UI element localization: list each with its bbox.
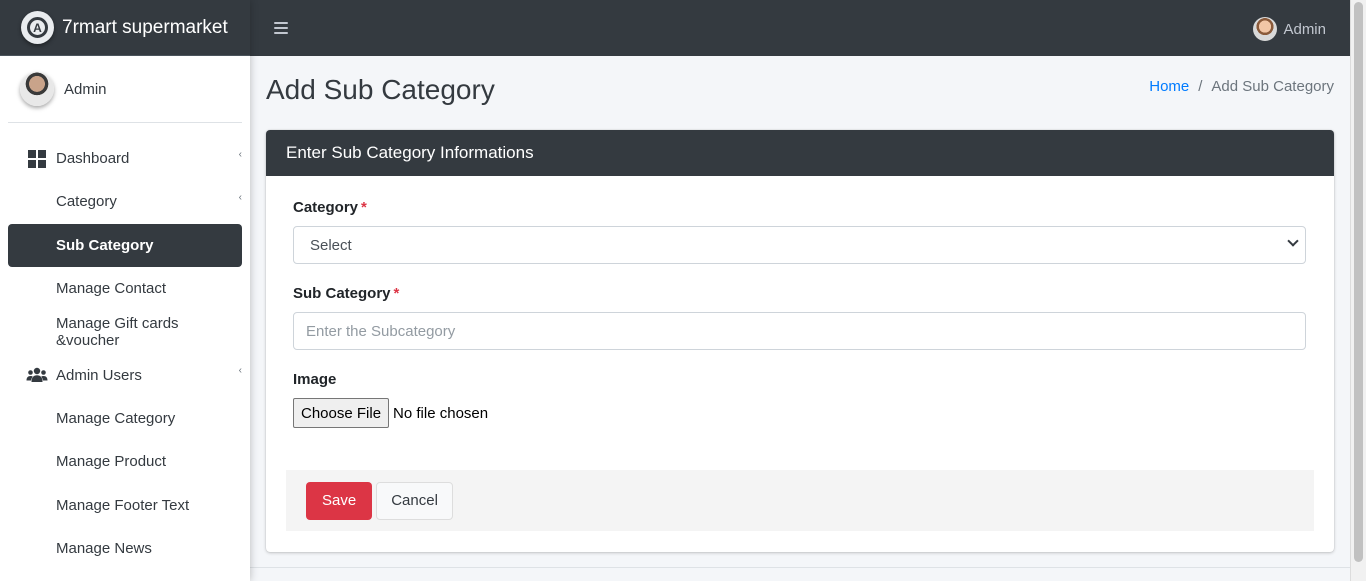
- hamburger-menu-icon[interactable]: [274, 22, 288, 34]
- users-icon: [26, 366, 48, 384]
- user-panel[interactable]: Admin: [8, 56, 242, 123]
- cancel-button[interactable]: Cancel: [376, 481, 453, 520]
- sidebar-item-manage-gift-cards[interactable]: Manage Gift cards &voucher: [8, 310, 242, 353]
- subcategory-label: Sub Category *: [293, 285, 400, 302]
- sidebar-item-dashboard[interactable]: Dashboard ‹: [8, 137, 242, 180]
- sidebar-item-manage-product[interactable]: Manage Product: [8, 440, 242, 483]
- vertical-scrollbar[interactable]: [1350, 0, 1366, 581]
- brand-name: 7rmart supermarket: [62, 16, 228, 38]
- sidebar-item-label: Admin Users: [56, 366, 142, 384]
- sidebar-nav: Dashboard ‹ Category ‹ Sub Category Mana…: [0, 137, 250, 570]
- required-mark: *: [393, 285, 400, 302]
- save-button[interactable]: Save: [306, 481, 373, 520]
- file-status: No file chosen: [393, 404, 489, 422]
- sidebar-item-label: Manage News: [56, 539, 152, 557]
- sidebar-item-manage-news[interactable]: Manage News: [8, 527, 242, 570]
- category-select[interactable]: Select: [293, 226, 1306, 264]
- sidebar: A 7rmart supermarket Admin Dashboard ‹ C…: [0, 0, 250, 581]
- sidebar-item-label: Category: [56, 193, 117, 211]
- chevron-left-icon: ‹: [238, 365, 242, 377]
- category-form-group: Category * Select: [293, 199, 1306, 264]
- breadcrumb-separator: /: [1198, 78, 1203, 95]
- subcategory-input[interactable]: Enter the Subcategory: [293, 312, 1306, 350]
- main-content: Add Sub Category Home / Add Sub Category…: [250, 56, 1350, 581]
- sidebar-item-manage-footer-text[interactable]: Manage Footer Text: [8, 483, 242, 526]
- grid-icon: [26, 149, 48, 168]
- chevron-left-icon: ‹: [238, 192, 242, 204]
- card-footer: Save Cancel: [286, 470, 1314, 531]
- sidebar-item-category[interactable]: Category ‹: [8, 180, 242, 223]
- topbar-user-name: Admin: [1283, 20, 1326, 38]
- breadcrumb-home-link[interactable]: Home: [1149, 78, 1189, 95]
- sidebar-item-admin-users[interactable]: Admin Users ‹: [8, 353, 242, 396]
- page-title: Add Sub Category: [266, 74, 495, 105]
- sidebar-item-label: Manage Gift cards &voucher: [56, 314, 179, 349]
- topbar: Admin: [250, 0, 1350, 56]
- brand-logo-icon: A: [21, 11, 54, 44]
- sidebar-item-manage-category[interactable]: Manage Category: [8, 397, 242, 440]
- sidebar-item-sub-category[interactable]: Sub Category: [8, 223, 242, 267]
- sidebar-item-label: Manage Category: [56, 409, 176, 427]
- brand-link[interactable]: A 7rmart supermarket: [0, 0, 250, 56]
- user-avatar-icon: [1253, 17, 1278, 41]
- avatar: [20, 72, 54, 106]
- sidebar-item-label: Sub Category: [56, 236, 154, 254]
- category-select-value: Select: [310, 236, 352, 254]
- image-form-group: Image Choose File No file chosen: [293, 371, 1306, 428]
- subcategory-form-card: Enter Sub Category Informations Category…: [266, 130, 1334, 552]
- subcategory-placeholder: Enter the Subcategory: [306, 322, 456, 340]
- required-mark: *: [361, 199, 367, 216]
- footer-divider: [250, 567, 1350, 568]
- sidebar-item-manage-contact[interactable]: Manage Contact: [8, 267, 242, 310]
- breadcrumb-current: Add Sub Category: [1211, 78, 1334, 95]
- scrollbar-thumb[interactable]: [1354, 2, 1363, 562]
- sidebar-item-label: Manage Footer Text: [56, 496, 190, 514]
- breadcrumb: Home / Add Sub Category: [1149, 78, 1334, 95]
- topbar-user-menu[interactable]: Admin: [1253, 17, 1326, 41]
- sidebar-user-name[interactable]: Admin: [64, 81, 107, 98]
- category-label: Category *: [293, 199, 367, 216]
- sidebar-item-label: Manage Product: [56, 453, 167, 471]
- chevron-down-icon: [1287, 235, 1299, 247]
- card-header: Enter Sub Category Informations: [266, 130, 1334, 176]
- file-input[interactable]: Choose File No file chosen: [293, 398, 1306, 428]
- image-label: Image: [293, 371, 337, 388]
- chevron-left-icon: ‹: [238, 149, 242, 160]
- sidebar-item-label: Dashboard: [56, 150, 130, 168]
- sidebar-item-label: Manage Contact: [56, 280, 167, 298]
- choose-file-button[interactable]: Choose File: [293, 398, 390, 428]
- subcategory-form-group: Sub Category * Enter the Subcategory: [293, 285, 1306, 350]
